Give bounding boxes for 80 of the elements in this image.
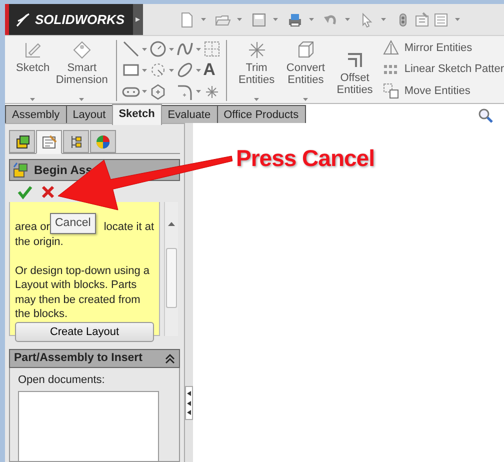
caret-icon[interactable] [455,18,460,21]
new-document-icon[interactable] [179,12,195,28]
caret-icon[interactable] [273,18,278,21]
mirror-icon [383,40,400,56]
create-layout-button[interactable]: Create Layout [15,322,154,342]
section-header[interactable]: Part/Assembly to Insert [9,349,180,368]
fillet-icon[interactable] [176,82,194,101]
offset-entities-button[interactable]: Offset Entities [330,40,380,101]
scroll-up-icon[interactable] [168,222,175,226]
assembly-icon [12,161,30,179]
feature-tree-tab[interactable] [9,130,35,153]
message-text: area or [15,220,50,234]
caret-icon[interactable] [309,18,314,21]
trim-icon [246,40,267,60]
caret-icon[interactable] [142,90,148,94]
trim-entities-button[interactable]: Trim Entities [232,40,282,101]
caret-icon[interactable] [237,18,242,21]
sketch-button[interactable]: Sketch [13,40,53,101]
section-title: Part/Assembly to Insert [14,350,142,366]
convert-icon [296,40,316,60]
message-text: locate it at [104,220,154,234]
caret-icon[interactable] [79,98,84,101]
command-tab[interactable]: Assembly [5,105,67,123]
polygon-icon[interactable] [149,82,168,101]
command-tab[interactable]: Office Products [216,105,306,123]
app-logo: SOLIDWORKS [35,10,125,29]
command-tab[interactable]: Sketch [112,104,162,125]
feature-tree-icon [14,134,30,150]
text-tool-icon[interactable]: A [203,62,216,78]
configuration-tab[interactable] [63,130,89,153]
caret-icon[interactable] [196,90,202,94]
message-text: the origin. [15,234,64,249]
caret-icon[interactable] [196,48,202,51]
caret-icon[interactable] [169,68,174,72]
collapse-icon[interactable] [165,354,175,364]
smart-dimension-icon [72,40,92,60]
property-manager-tab[interactable] [36,130,62,154]
zoom-icon[interactable] [478,108,494,124]
appearance-tab[interactable] [90,130,116,153]
list-icon[interactable] [433,12,449,28]
print-icon[interactable] [287,12,303,28]
caret-icon[interactable] [142,68,148,72]
smart-dimension-button[interactable]: Smart Dimension [52,40,112,101]
caret-icon[interactable] [169,48,174,51]
caret-icon[interactable] [142,48,148,51]
cancel-icon[interactable] [41,184,55,198]
grid-icon[interactable] [203,40,222,58]
scrollbar[interactable] [164,202,178,336]
linear-sketch-pattern-button[interactable]: Linear Sketch Patter [383,61,504,78]
ellipse-icon[interactable] [176,61,194,80]
sketch-icon [22,40,43,60]
message-text: Or design top-down using a Layout with blocks. Parts may then be created from the blocks. [15,264,151,322]
caret-icon[interactable] [254,98,260,101]
scrollbar-thumb[interactable] [166,248,177,308]
caret-icon[interactable] [381,18,386,21]
caret-icon[interactable] [345,18,350,21]
tooltip: Cancel [50,213,96,234]
mirror-entities-button[interactable]: Mirror Entities [383,40,504,56]
command-tab[interactable]: Evaluate [160,105,218,123]
arc-icon[interactable] [149,61,168,80]
appearance-icon [95,134,111,150]
caret-icon[interactable] [196,68,202,72]
circle-icon[interactable] [149,40,168,58]
ds-logo-icon [15,12,31,28]
open-documents-list[interactable] [18,390,159,461]
ok-icon[interactable] [17,184,33,200]
line-icon[interactable] [122,40,140,58]
command-tab[interactable]: Layout [66,105,113,123]
move-icon [383,82,400,99]
move-entities-button[interactable]: Move Entities [383,82,504,99]
panel-collapse-handle[interactable] [185,386,193,420]
property-manager-icon [41,134,57,150]
caret-icon[interactable] [201,18,206,21]
convert-entities-button[interactable]: Convert Entities [281,40,330,101]
caret-icon[interactable] [30,98,36,101]
options-icon[interactable] [414,12,430,28]
field-label: Open documents: [18,373,106,388]
caret-icon[interactable] [303,98,308,101]
annotation-text: Press Cancel [236,144,374,173]
save-icon[interactable] [251,12,267,28]
